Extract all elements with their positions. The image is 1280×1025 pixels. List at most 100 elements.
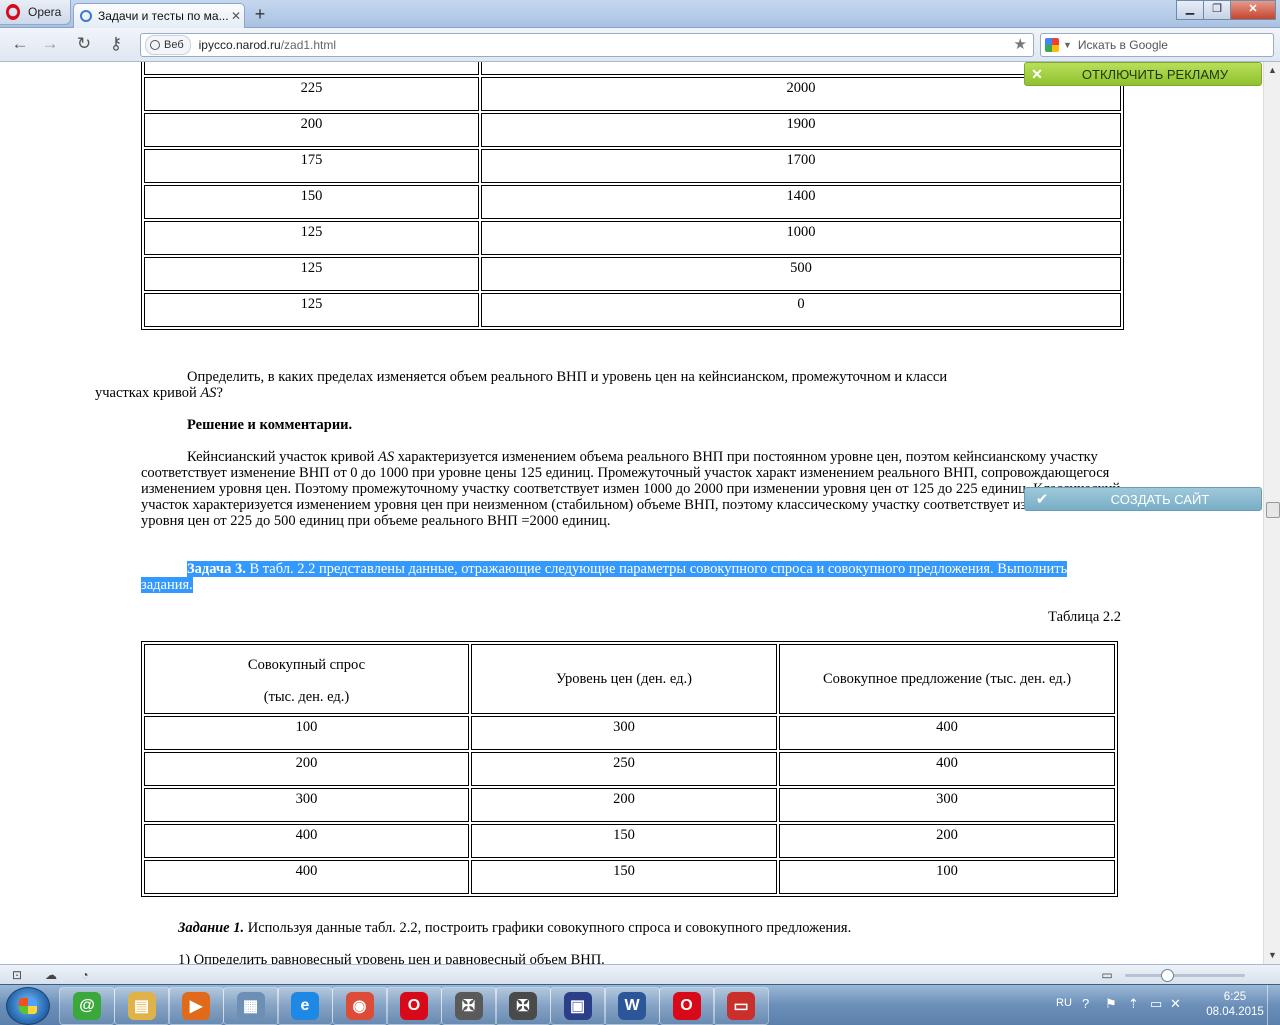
system-tray: RU ? ⚑ ⇡ ▭ ✕ 6:25 08.04.2015 bbox=[1050, 985, 1280, 1025]
question-end: ? bbox=[216, 385, 223, 401]
url-path: /zad1.html bbox=[280, 38, 337, 52]
cell-gnp: 1000 bbox=[481, 221, 1121, 255]
taskbar-mail-ru-agent-button[interactable]: @ bbox=[59, 987, 115, 1025]
opera-menu-button[interactable]: Opera bbox=[0, 0, 71, 25]
vertical-scrollbar[interactable]: ▲ ▼ bbox=[1263, 62, 1280, 964]
url-text: ipycco.narod.ru/zad1.html bbox=[199, 38, 336, 52]
start-button[interactable] bbox=[6, 987, 50, 1025]
url-domain: ipycco.narod.ru bbox=[198, 38, 281, 52]
taskbar-media-player-button[interactable]: ▶ bbox=[168, 987, 224, 1025]
network-flag-icon[interactable]: ⚑ bbox=[1105, 996, 1117, 1012]
create-site-button[interactable]: ✔ СОЗДАТЬ САЙТ bbox=[1024, 487, 1262, 511]
speed-dial-icon[interactable]: ◔ bbox=[78, 968, 92, 982]
table-row: 125 500 bbox=[144, 257, 1121, 291]
bookmark-star-icon[interactable]: ★ bbox=[1014, 35, 1027, 53]
taskbar-internet-explorer-button[interactable]: e bbox=[277, 987, 333, 1025]
monitor-icon[interactable]: ▭ bbox=[1150, 996, 1162, 1012]
task3-paragraph: Задача 3. В табл. 2.2 представлены данны… bbox=[141, 561, 1121, 593]
cell-price: 125 bbox=[144, 257, 479, 291]
cell-gnp: 500 bbox=[481, 257, 1121, 291]
address-bar[interactable]: Веб ipycco.narod.ru/zad1.html ★ bbox=[140, 33, 1034, 57]
cell-price: 175 bbox=[144, 149, 479, 183]
volume-muted-icon[interactable]: ✕ bbox=[1170, 996, 1181, 1012]
zoom-slider-track[interactable] bbox=[1125, 974, 1245, 977]
taskbar-opera-button[interactable]: O bbox=[386, 987, 442, 1025]
taskbar-microsoft-word-button[interactable]: W bbox=[604, 987, 660, 1025]
table-row: 400 150 100 bbox=[144, 860, 1115, 894]
view-icon[interactable]: ▭ bbox=[1100, 968, 1114, 982]
cloud-sync-icon[interactable]: ☁ bbox=[44, 968, 58, 982]
scrollbar-thumb[interactable] bbox=[1266, 502, 1280, 518]
cell-supply: 100 bbox=[779, 860, 1115, 894]
scroll-down-arrow-icon[interactable]: ▼ bbox=[1264, 947, 1280, 964]
maximize-button[interactable]: ❐ bbox=[1203, 0, 1231, 20]
question-text-2: участках кривой bbox=[95, 385, 201, 401]
header-price: Уровень цен (ден. ед.) bbox=[471, 644, 777, 714]
taskbar-world-of-tanks-button[interactable]: ✠ bbox=[440, 987, 497, 1025]
save-disk-icon: ▣ bbox=[563, 992, 592, 1020]
cell-price-level: 200 bbox=[471, 788, 777, 822]
tab-current-page[interactable]: Задачи и тесты по ма... ✕ bbox=[73, 3, 245, 28]
key-icon[interactable]: ⚷ bbox=[106, 34, 126, 54]
minimize-button[interactable]: ▁ bbox=[1176, 0, 1204, 20]
question-text: Определить, в каких пределах изменяется … bbox=[187, 369, 948, 385]
question-as: AS bbox=[200, 385, 217, 401]
zoom-slider-knob[interactable] bbox=[1161, 969, 1174, 982]
taskbar-world-of-tanks-2-button[interactable]: ✠ bbox=[495, 987, 551, 1025]
table-row: 400 150 200 bbox=[144, 824, 1115, 858]
question-paragraph: Определить, в каких пределах изменяется … bbox=[95, 369, 1121, 401]
taskbar-save-disk-button[interactable]: ▣ bbox=[549, 987, 606, 1025]
window-close-button[interactable]: ✕ bbox=[1230, 0, 1276, 20]
opera-menu-label: Opera bbox=[28, 5, 62, 19]
internet-explorer-icon: e bbox=[291, 992, 319, 1020]
mail-ru-agent-icon: @ bbox=[73, 992, 101, 1020]
taskbar-presentation-app-button[interactable]: ▭ bbox=[713, 987, 769, 1025]
table-row: 125 1000 bbox=[144, 221, 1121, 255]
web-security-badge[interactable]: Веб bbox=[145, 35, 191, 55]
search-engine-dropdown-icon[interactable]: ▼ bbox=[1063, 40, 1072, 50]
reload-icon[interactable]: ↻ bbox=[74, 34, 94, 54]
windows-explorer-icon: ▤ bbox=[127, 992, 156, 1020]
globe-icon bbox=[150, 40, 160, 50]
system-clock[interactable]: 6:25 08.04.2015 bbox=[1195, 990, 1275, 1020]
language-indicator[interactable]: RU bbox=[1056, 997, 1072, 1009]
search-placeholder: Искать в Google bbox=[1077, 38, 1168, 52]
solution-heading: Решение и комментарии. bbox=[187, 417, 353, 433]
task1-paragraph: Задание 1. Используя данные табл. 2.2, п… bbox=[178, 920, 1118, 936]
solution-text-a: Кейнсианский участок кривой bbox=[187, 449, 379, 465]
back-arrow-icon[interactable]: ← bbox=[10, 34, 30, 54]
cell-supply: 200 bbox=[779, 824, 1115, 858]
cell-demand: 300 bbox=[144, 788, 469, 822]
taskbar-calculator-button[interactable]: ▦ bbox=[222, 987, 279, 1025]
forward-arrow-icon[interactable]: → bbox=[40, 34, 60, 54]
table-row: 300 200 300 bbox=[144, 788, 1115, 822]
world-of-tanks-2-icon: ✠ bbox=[509, 992, 537, 1020]
cell-price: 150 bbox=[144, 185, 479, 219]
disable-ads-button[interactable]: ✕ ОТКЛЮЧИТЬ РЕКЛАМУ bbox=[1024, 62, 1262, 86]
presentation-app-icon: ▭ bbox=[727, 992, 755, 1020]
cell-price-level: 150 bbox=[471, 860, 777, 894]
google-icon bbox=[1045, 38, 1059, 52]
taskbar-opera-active-button[interactable]: O bbox=[658, 987, 715, 1025]
arrow-icon[interactable]: ⇡ bbox=[1128, 996, 1139, 1012]
media-player-icon: ▶ bbox=[182, 992, 210, 1020]
tab-close-icon[interactable]: ✕ bbox=[228, 9, 244, 23]
cell-gnp: 0 bbox=[481, 293, 1121, 327]
new-tab-plus-icon[interactable]: + bbox=[250, 4, 270, 24]
taskbar-windows-explorer-button[interactable]: ▤ bbox=[113, 987, 170, 1025]
help-icon[interactable]: ? bbox=[1082, 996, 1089, 1011]
window-controls: ▁ ❐ ✕ bbox=[1176, 0, 1276, 20]
scroll-up-arrow-icon[interactable]: ▲ bbox=[1264, 62, 1280, 79]
chrome-icon: ◉ bbox=[345, 992, 374, 1020]
cell-price: 225 bbox=[144, 77, 479, 111]
page-content: 2502000225200020019001751700150140012510… bbox=[0, 62, 1280, 964]
table-as-curve: 2502000225200020019001751700150140012510… bbox=[141, 62, 1124, 330]
taskbar-chrome-button[interactable]: ◉ bbox=[331, 987, 388, 1025]
windows-taskbar: @ ▤ ▶ ▦ e ◉ O ✠ ✠ ▣ W O ▭ RU ? ⚑ ⇡ ▭ ✕ 6:25 08.04.20… bbox=[0, 984, 1280, 1025]
disable-ads-label: ОТКЛЮЧИТЬ РЕКЛАМУ bbox=[1081, 66, 1229, 82]
show-desktop-button[interactable] bbox=[1267, 985, 1280, 1025]
web-badge-label: Веб bbox=[164, 39, 184, 51]
search-field[interactable]: ▼ Искать в Google bbox=[1040, 33, 1274, 57]
panel-toggle-icon[interactable]: ⊡ bbox=[10, 968, 24, 982]
table-row: 100 300 400 bbox=[144, 716, 1115, 750]
